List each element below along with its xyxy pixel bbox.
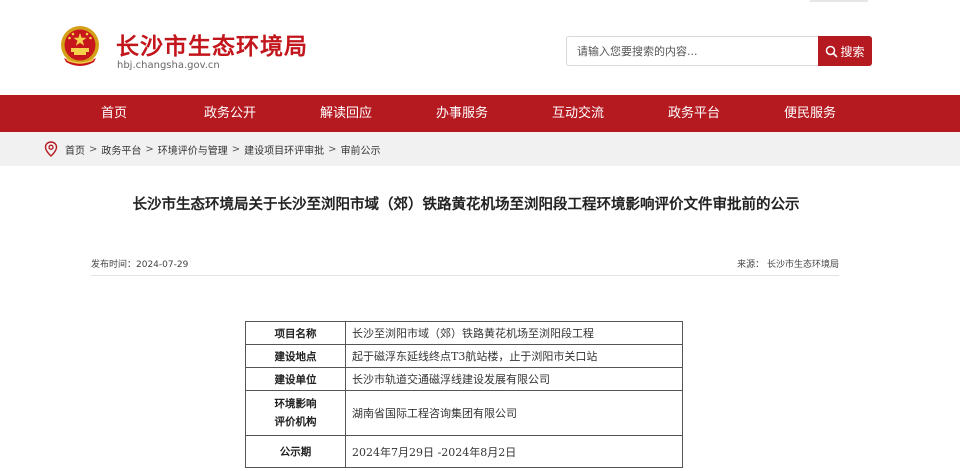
- breadcrumb-bar: 首页 > 政务平台 > 环境评价与管理 > 建设项目环评审批 > 审前公示: [0, 132, 960, 166]
- table-key: 建设单位: [245, 367, 346, 391]
- national-emblem-icon: [61, 26, 99, 66]
- breadcrumb-gov-platform[interactable]: 政务平台: [101, 142, 141, 157]
- article-title: 长沙市生态环境局关于长沙至浏阳市域（郊）铁路黄花机场至浏阳段工程环境影响评价文件…: [132, 197, 800, 213]
- breadcrumb-pre-approval-notice[interactable]: 审前公示: [341, 142, 381, 157]
- nav-item-services[interactable]: 办事服务: [404, 95, 520, 132]
- table-row: 环境影响 评价机构 湖南省国际工程咨询集团有限公司: [245, 390, 683, 436]
- breadcrumb-env-evaluation[interactable]: 环境评价与管理: [158, 142, 228, 157]
- nav-item-convenience[interactable]: 便民服务: [752, 95, 868, 132]
- table-value: 起于磁浮东延线终点T3航站楼，止于浏阳市关口站: [345, 344, 683, 368]
- breadcrumb-home[interactable]: 首页: [65, 142, 85, 157]
- search-button[interactable]: 搜索: [818, 36, 872, 66]
- nav-item-interaction[interactable]: 互动交流: [520, 95, 636, 132]
- location-pin-icon: [44, 141, 58, 157]
- breadcrumb: 首页 > 政务平台 > 环境评价与管理 > 建设项目环评审批 > 审前公示: [44, 132, 381, 166]
- search-icon: [826, 45, 839, 58]
- site-domain: hbj.changsha.gov.cn: [117, 60, 220, 71]
- table-key: 公示期: [245, 435, 346, 468]
- publish-time: 发布时间：2024-07-29: [91, 260, 189, 270]
- breadcrumb-separator: >: [145, 143, 154, 155]
- table-value: 长沙至浏阳市域（郊）铁路黄花机场至浏阳段工程: [345, 321, 683, 345]
- table-row: 项目名称 长沙至浏阳市域（郊）铁路黄花机场至浏阳段工程: [245, 321, 683, 345]
- table-key-line: 环境影响: [274, 398, 317, 410]
- table-key: 项目名称: [245, 321, 346, 345]
- article-source: 来源： 长沙市生态环境局: [737, 260, 839, 270]
- main-nav: 首页 政务公开 解读回应 办事服务 互动交流 政务平台 便民服务: [0, 95, 960, 132]
- site-header: 长沙市生态环境局 hbj.changsha.gov.cn 搜索: [0, 0, 960, 95]
- nav-item-gov-affairs[interactable]: 政务公开: [172, 95, 288, 132]
- breadcrumb-project-approval[interactable]: 建设项目环评审批: [244, 142, 324, 157]
- table-key: 建设地点: [245, 344, 346, 368]
- table-value: 长沙市轨道交通磁浮线建设发展有限公司: [345, 367, 683, 391]
- search-input[interactable]: [566, 36, 818, 66]
- breadcrumb-separator: >: [231, 143, 241, 155]
- project-info-table: 项目名称 长沙至浏阳市域（郊）铁路黄花机场至浏阳段工程 建设地点 起于磁浮东延线…: [245, 321, 683, 468]
- nav-item-interpretation[interactable]: 解读回应: [288, 95, 404, 132]
- search-button-label: 搜索: [840, 44, 865, 59]
- breadcrumb-separator: >: [89, 143, 98, 155]
- table-row: 建设单位 长沙市轨道交通磁浮线建设发展有限公司: [245, 367, 683, 391]
- table-row: 建设地点 起于磁浮东延线终点T3航站楼，止于浏阳市关口站: [245, 344, 683, 368]
- nav-item-home[interactable]: 首页: [56, 95, 172, 132]
- table-value: 湖南省国际工程咨询集团有限公司: [345, 390, 683, 436]
- table-key-line: 评价机构: [274, 416, 317, 428]
- nav-item-gov-platform[interactable]: 政务平台: [636, 95, 752, 132]
- site-name[interactable]: 长沙市生态环境局: [116, 27, 308, 61]
- article-divider: [91, 275, 839, 276]
- breadcrumb-separator: >: [328, 143, 337, 155]
- table-value: 2024年7月29日 -2024年8月2日: [345, 435, 683, 468]
- table-key: 环境影响 评价机构: [245, 390, 346, 436]
- table-row: 公示期 2024年7月29日 -2024年8月2日: [245, 435, 683, 468]
